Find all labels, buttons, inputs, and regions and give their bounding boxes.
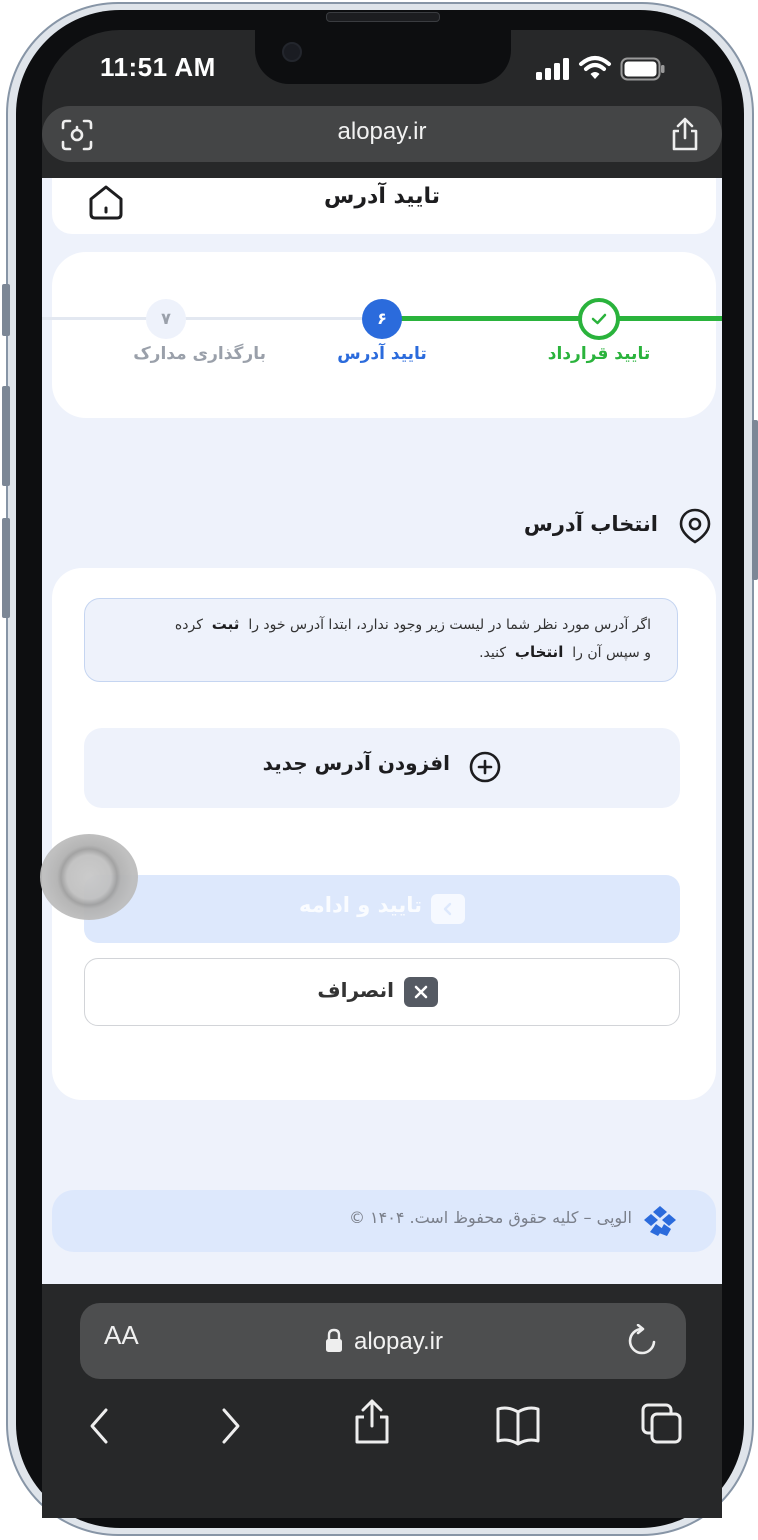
share-icon[interactable] xyxy=(670,116,700,152)
chevron-left-icon xyxy=(443,902,452,916)
touch-indicator xyxy=(40,834,138,920)
footer-copyright: © الوپی – کلیه حقوق محفوظ است. ۱۴۰۴ xyxy=(348,1208,632,1227)
battery-icon xyxy=(620,57,665,81)
web-content: تایید آدرس ۷ بارگذاری مدارک ۶ تایید آدرس… xyxy=(42,178,722,1284)
confirm-continue-label: تایید و ادامه xyxy=(299,893,422,917)
info-bold-select: انتخاب xyxy=(514,643,564,661)
silent-switch xyxy=(2,284,10,336)
cancel-label: انصراف xyxy=(317,978,394,1002)
forward-icon[interactable] xyxy=(218,1406,244,1446)
close-icon xyxy=(414,985,428,999)
section-title: انتخاب آدرس xyxy=(523,512,658,536)
check-icon xyxy=(591,313,607,325)
plus-circle-icon xyxy=(469,751,501,783)
browser-top-domain[interactable]: alopay.ir xyxy=(0,118,758,146)
text-size-button[interactable]: AA xyxy=(104,1320,139,1351)
status-time: 11:51 AM xyxy=(100,52,216,82)
tabs-icon[interactable] xyxy=(640,1402,684,1446)
signal-icon xyxy=(536,58,569,80)
speaker-grill xyxy=(326,12,440,22)
step-6-label: تایید آدرس xyxy=(337,344,427,364)
step-7-circle: ۷ xyxy=(146,299,186,339)
step-7-label: بارگذاری مدارک xyxy=(133,344,266,364)
reload-icon[interactable] xyxy=(626,1324,658,1358)
info-line-1: اگر آدرس مورد نظر شما در لیست زیر وجود ن… xyxy=(174,615,651,633)
page-title: تایید آدرس xyxy=(324,184,440,209)
stepper-line-done xyxy=(382,316,722,321)
volume-down-button xyxy=(2,518,10,618)
front-camera xyxy=(282,42,302,62)
lock-icon xyxy=(326,1328,342,1352)
wifi-icon xyxy=(579,56,611,79)
location-pin-icon xyxy=(679,508,711,544)
power-button xyxy=(752,420,758,580)
share-icon-bottom[interactable] xyxy=(352,1398,392,1446)
address-bar-domain[interactable]: alopay.ir xyxy=(354,1328,443,1356)
alopay-logo-icon xyxy=(644,1206,676,1236)
volume-up-button xyxy=(2,386,10,486)
step-done-label: تایید قرارداد xyxy=(547,344,651,364)
bookmarks-icon[interactable] xyxy=(494,1404,542,1446)
stepper-line-pending xyxy=(42,317,382,320)
info-notice: اگر آدرس مورد نظر شما در لیست زیر وجود ن… xyxy=(84,598,678,682)
info-line-2: و سپس آن را انتخاب کنید. xyxy=(479,643,651,661)
add-address-label: افزودن آدرس جدید xyxy=(262,751,450,775)
step-6-circle: ۶ xyxy=(362,299,402,339)
info-bold-register: ثبت xyxy=(211,615,240,633)
back-icon[interactable] xyxy=(86,1406,112,1446)
home-icon[interactable] xyxy=(86,182,126,222)
